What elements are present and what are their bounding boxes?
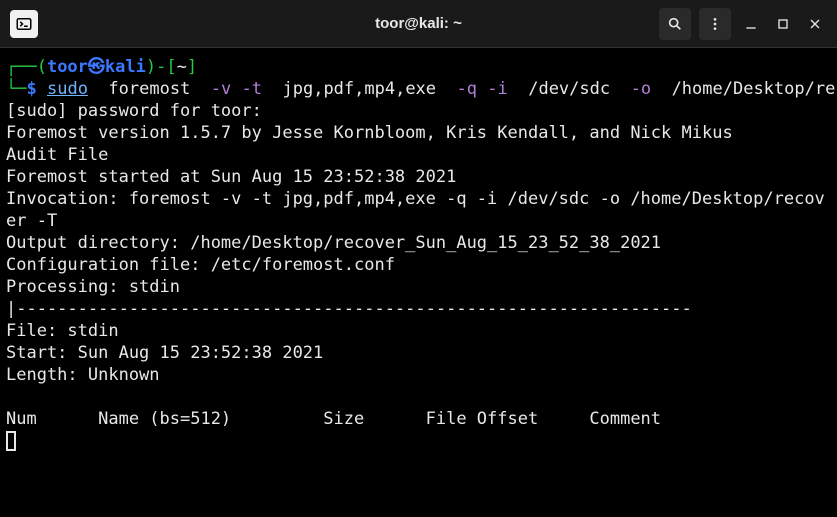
cmd-input: /dev/sdc: [528, 79, 610, 99]
output-line: Output directory: /home/Desktop/recover_…: [6, 232, 831, 254]
cmd-flag-v: -v: [211, 79, 231, 99]
cmd-flag-o: -o: [631, 79, 651, 99]
cmd-sudo: sudo: [47, 79, 88, 99]
output-line: Invocation: foremost -v -t jpg,pdf,mp4,e…: [6, 188, 831, 232]
titlebar: toor@kali: ~: [0, 0, 837, 48]
prompt-open: ┌──(: [6, 57, 47, 77]
prompt-close: )-[: [146, 57, 177, 77]
cmd-program: foremost: [108, 79, 190, 99]
close-button[interactable]: [803, 8, 827, 40]
prompt-symbol: $: [26, 79, 36, 99]
prompt-line-2: └─$ sudo foremost -v -t jpg,pdf,mp4,exe …: [6, 78, 831, 100]
prompt-host: kali: [105, 57, 146, 77]
search-button[interactable]: [659, 8, 691, 40]
output-line: Configuration file: /etc/foremost.conf: [6, 254, 831, 276]
prompt-line2-prefix: └─: [6, 79, 26, 99]
output-line: [sudo] password for toor:: [6, 100, 831, 122]
output-line: Foremost version 1.5.7 by Jesse Kornbloo…: [6, 122, 831, 144]
terminal-body[interactable]: ┌──(toor㉿kali)-[~] └─$ sudo foremost -v …: [0, 48, 837, 460]
prompt-end: ]: [187, 57, 197, 77]
cmd-flag-t: -t: [242, 79, 262, 99]
output-line: Start: Sun Aug 15 23:52:38 2021: [6, 342, 831, 364]
output-line: File: stdin: [6, 320, 831, 342]
cursor: [6, 431, 16, 451]
prompt-path: ~: [177, 57, 187, 77]
titlebar-right: [659, 8, 827, 40]
output-line: |---------------------------------------…: [6, 298, 831, 320]
output-line: Processing: stdin: [6, 276, 831, 298]
maximize-button[interactable]: [771, 8, 795, 40]
cmd-types: jpg,pdf,mp4,exe: [283, 79, 437, 99]
output-line: Length: Unknown: [6, 364, 831, 386]
cmd-flag-i: -i: [487, 79, 507, 99]
minimize-button[interactable]: [739, 8, 763, 40]
output-line: Foremost started at Sun Aug 15 23:52:38 …: [6, 166, 831, 188]
output-line: Audit File: [6, 144, 831, 166]
prompt-at: ㉿: [88, 57, 105, 77]
terminal-app-icon[interactable]: [10, 10, 38, 38]
prompt-user: toor: [47, 57, 88, 77]
output-line: Num Name (bs=512) Size File Offset Comme…: [6, 408, 831, 430]
window-title: toor@kali: ~: [375, 15, 462, 32]
menu-button[interactable]: [699, 8, 731, 40]
output-line: [6, 386, 831, 408]
cursor-line: [6, 430, 831, 452]
cmd-flag-q: -q: [457, 79, 477, 99]
cmd-output: /home/Desktop/recover: [672, 79, 837, 99]
prompt-line-1: ┌──(toor㉿kali)-[~]: [6, 56, 831, 78]
titlebar-left: [10, 10, 38, 38]
